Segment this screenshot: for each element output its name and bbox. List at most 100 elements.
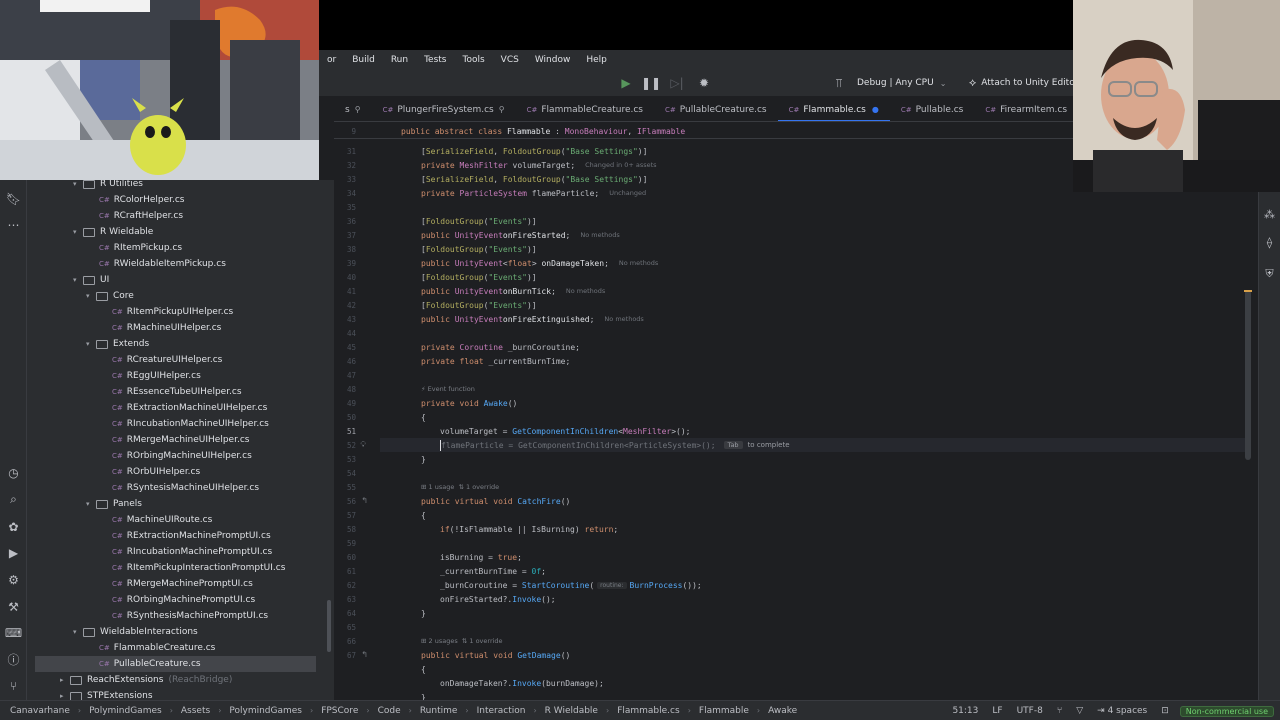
chevron-right-icon[interactable]: ▸	[60, 692, 70, 700]
breadcrumb-item[interactable]: PolymindGames	[221, 706, 302, 716]
search-icon[interactable]: ⌕	[5, 491, 22, 508]
chevron-down-icon[interactable]: ▾	[73, 228, 83, 236]
editor-tab[interactable]: C# Flammable.cs ●	[777, 98, 891, 121]
editor-scrollbar[interactable]	[1245, 290, 1251, 460]
shield-icon[interactable]: ⛨	[1261, 267, 1278, 281]
menu-item-build[interactable]: Build	[344, 55, 383, 65]
breadcrumb-item[interactable]: Flammable	[691, 706, 749, 716]
menu-item-tests[interactable]: Tests	[416, 55, 454, 65]
tree-file[interactable]: C# REggUIHelper.cs	[112, 368, 201, 384]
tree-file[interactable]: C# RSyntesisMachineUIHelper.cs	[112, 480, 259, 496]
tree-folder[interactable]: ▾ R Utilities	[73, 180, 143, 192]
lock-icon[interactable]: ⊡	[1154, 706, 1176, 716]
editor-tab[interactable]: C# PullableCreature.cs	[654, 98, 778, 121]
tree-file[interactable]: C# RCreatureUIHelper.cs	[112, 352, 222, 368]
tree-file[interactable]: C# RIncubationMachineUIHelper.cs	[112, 416, 269, 432]
license-badge[interactable]: Non-commercial use	[1179, 705, 1274, 717]
menu-item-vcs[interactable]: VCS	[493, 55, 527, 65]
debug-tool-icon[interactable]: ⚙︎	[5, 571, 22, 588]
more-tools-icon[interactable]: ⋯	[5, 216, 22, 233]
chevron-down-icon[interactable]: ▾	[86, 292, 96, 300]
chevron-down-icon[interactable]: ▾	[73, 276, 83, 284]
file-encoding[interactable]: UTF-8	[1010, 706, 1050, 716]
tree-file[interactable]: C# ROrbingMachinePromptUI.cs	[112, 592, 255, 608]
breadcrumb-item[interactable]: Flammable.cs	[609, 706, 680, 716]
indent-setting[interactable]: ⇥ 4 spaces	[1090, 706, 1154, 716]
build-config-icon[interactable]: ⫪	[831, 74, 847, 92]
inspections-icon[interactable]: ▽	[1069, 706, 1090, 716]
tree-file[interactable]: C# PullableCreature.cs	[35, 656, 316, 672]
breadcrumb-item[interactable]: Runtime	[412, 706, 458, 716]
git-icon[interactable]: ⑂	[5, 677, 22, 694]
tree-file[interactable]: C# FlammableCreature.cs	[99, 640, 215, 656]
tree-file[interactable]: C# RSynthesisMachinePromptUI.cs	[112, 608, 268, 624]
tree-file[interactable]: C# RItemPickupUIHelper.cs	[112, 304, 233, 320]
project-scrollbar[interactable]	[327, 600, 331, 652]
git-icon[interactable]: ⑂	[1050, 706, 1069, 716]
tree-folder[interactable]: ▾ UI	[73, 272, 109, 288]
chevron-down-icon[interactable]: ▾	[86, 500, 96, 508]
tree-file[interactable]: C# REssenceTubeUIHelper.cs	[112, 384, 242, 400]
tree-file[interactable]: C# MachineUIRoute.cs	[112, 512, 212, 528]
tree-file[interactable]: C# ROrbingMachineUIHelper.cs	[112, 448, 252, 464]
chevron-down-icon[interactable]: ▾	[86, 340, 96, 348]
caret-position[interactable]: 51:13	[945, 706, 985, 716]
editor-tab[interactable]: C# Pullable.cs	[890, 98, 975, 121]
breadcrumb-item[interactable]: PolymindGames	[81, 706, 162, 716]
tree-folder[interactable]: ▾ Extends	[86, 336, 149, 352]
editor-tab[interactable]: s ⚲	[334, 98, 372, 121]
attach-unity-button[interactable]: ⟡ Attach to Unity Editor	[969, 74, 1078, 92]
menu-item-or[interactable]: or	[319, 55, 344, 65]
tree-folder[interactable]: ▸ ReachExtensions (ReachBridge)	[60, 672, 232, 688]
tree-file[interactable]: C# RMergeMachineUIHelper.cs	[112, 432, 249, 448]
tree-file[interactable]: C# RMachineUIHelper.cs	[112, 320, 221, 336]
override-marker-icon[interactable]: ↰	[361, 496, 368, 505]
tree-folder[interactable]: ▾ R Wieldable	[73, 224, 153, 240]
pause-icon[interactable]: ❚❚	[641, 74, 661, 92]
history-icon[interactable]: ◷	[5, 464, 22, 481]
problems-icon[interactable]: ⓘ	[5, 651, 22, 668]
breadcrumb-item[interactable]: Code	[370, 706, 401, 716]
unity-icon[interactable]: ⟠	[1261, 236, 1278, 249]
code-editor[interactable]: [SerializeField, FoldoutGroup("Base Sett…	[380, 122, 1250, 700]
pin-icon[interactable]: ⚲	[499, 105, 505, 114]
terminal-icon[interactable]: ⌨︎	[5, 624, 22, 641]
tree-file[interactable]: C# RWieldableItemPickup.cs	[99, 256, 226, 272]
debug-icon[interactable]: ✹	[696, 74, 712, 92]
tree-folder[interactable]: ▾ Panels	[86, 496, 142, 512]
unit-tests-icon[interactable]: ✿	[5, 518, 22, 535]
bulb-icon[interactable]: 💡︎	[360, 440, 366, 450]
tree-folder[interactable]: ▸ STPExtensions	[60, 688, 153, 700]
chevron-down-icon[interactable]: ▾	[73, 628, 83, 636]
tree-file[interactable]: C# ROrbUIHelper.cs	[112, 464, 200, 480]
run-tool-icon[interactable]: ▶︎	[5, 544, 22, 561]
tree-folder[interactable]: ▾ WieldableInteractions	[73, 624, 198, 640]
chevron-down-icon[interactable]: ▾	[73, 180, 83, 188]
menu-item-help[interactable]: Help	[578, 55, 615, 65]
chevron-right-icon[interactable]: ▸	[60, 676, 70, 684]
breadcrumb-item[interactable]: FPSCore	[313, 706, 358, 716]
tree-file[interactable]: C# RColorHelper.cs	[99, 192, 185, 208]
bookmarks-icon[interactable]: 🔖︎	[5, 190, 22, 207]
breadcrumb-item[interactable]: R Wieldable	[537, 706, 598, 716]
breadcrumb-item[interactable]: Assets	[173, 706, 210, 716]
tree-file[interactable]: C# RExtractionMachineUIHelper.cs	[112, 400, 267, 416]
breadcrumb-item[interactable]: Awake	[760, 706, 797, 716]
tree-file[interactable]: C# RExtractionMachinePromptUI.cs	[112, 528, 271, 544]
editor-tab[interactable]: C# FirearmItem.cs	[974, 98, 1078, 121]
editor-tab[interactable]: C# FlammableCreature.cs	[516, 98, 654, 121]
build-tool-icon[interactable]: ⚒︎	[5, 598, 22, 615]
tree-file[interactable]: C# RCraftHelper.cs	[99, 208, 183, 224]
step-over-icon[interactable]: ▷|	[669, 74, 685, 92]
usage-lens[interactable]: ⊞ 1 usage ⇅ 1 override	[421, 481, 499, 493]
tree-file[interactable]: C# RMergeMachinePromptUI.cs	[112, 576, 253, 592]
editor-tab[interactable]: C# PlungerFireSystem.cs ⚲	[372, 98, 516, 121]
tree-file[interactable]: C# RItemPickup.cs	[99, 240, 182, 256]
line-ending[interactable]: LF	[985, 706, 1009, 716]
tree-file[interactable]: C# RItemPickupInteractionPromptUI.cs	[112, 560, 285, 576]
menu-item-tools[interactable]: Tools	[455, 55, 493, 65]
pin-icon[interactable]: ⚲	[355, 105, 361, 114]
run-config-select[interactable]: Debug | Any CPU ⌄	[857, 74, 946, 92]
usage-lens[interactable]: ⊞ 2 usages ⇅ 1 override	[421, 635, 503, 647]
ai-assistant-icon[interactable]: ⁂	[1261, 208, 1278, 221]
